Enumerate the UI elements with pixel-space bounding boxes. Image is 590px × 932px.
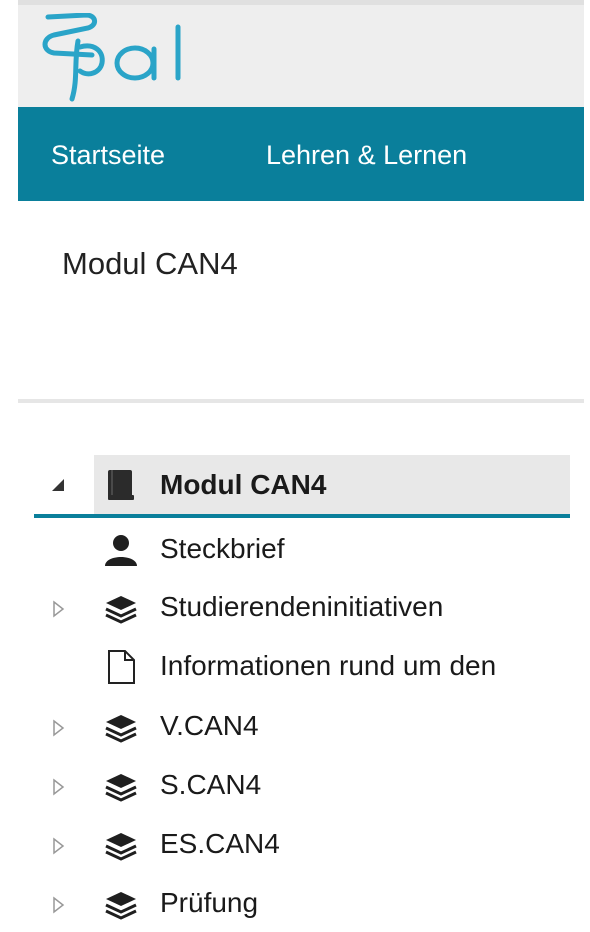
person-icon	[105, 535, 137, 566]
tree-item-label: V.CAN4	[160, 710, 259, 741]
tree-item-steckbrief[interactable]: Steckbrief	[0, 525, 590, 575]
layers-icon	[105, 774, 137, 802]
tree-item-label: Informationen rund um den	[160, 650, 497, 681]
book-icon	[108, 470, 134, 500]
collapsed-triangle-icon[interactable]	[50, 718, 66, 738]
collapsed-triangle-icon[interactable]	[50, 895, 66, 915]
tree-item-label: Studierendeninitiativen	[160, 591, 444, 622]
collapsed-triangle-icon[interactable]	[50, 836, 66, 856]
main-nav: Startseite Lehren & Lernen	[18, 107, 584, 201]
tree-item-informationen[interactable]: Informationen rund um den	[0, 642, 590, 692]
tree-item-studierendeninitiativen[interactable]: Studierendeninitiativen	[0, 583, 590, 633]
collapsed-triangle-icon[interactable]	[50, 777, 66, 797]
collapsed-triangle-icon[interactable]	[50, 599, 66, 619]
tree-item-es-can4[interactable]: ES.CAN4	[0, 820, 590, 870]
nav-lehren-lernen-link[interactable]: Lehren & Lernen	[266, 140, 467, 170]
layers-icon	[105, 715, 137, 743]
tree-root-item[interactable]: Modul CAN4	[0, 460, 590, 510]
tree-item-s-can4[interactable]: S.CAN4	[0, 761, 590, 811]
page: Startseite Lehren & Lernen Modul CAN4 Mo…	[0, 0, 590, 932]
tree-item-label: ES.CAN4	[160, 828, 280, 859]
document-icon	[108, 650, 135, 684]
tree-root-underline	[34, 514, 570, 518]
tree-item-v-can4[interactable]: V.CAN4	[0, 702, 590, 752]
layers-icon	[105, 892, 137, 920]
opal-logo[interactable]	[40, 13, 230, 103]
section-divider	[18, 399, 584, 403]
tree-root-label: Modul CAN4	[160, 469, 327, 500]
nav-startseite-link[interactable]: Startseite	[51, 140, 165, 170]
tree-item-label: Prüfung	[160, 887, 259, 918]
course-title: Modul CAN4	[62, 246, 238, 281]
tree-item-pruefung[interactable]: Prüfung	[0, 879, 590, 929]
tree-item-label: Steckbrief	[160, 533, 285, 564]
layers-icon	[105, 596, 137, 624]
expanded-triangle-icon[interactable]	[50, 475, 66, 495]
tree-item-label: S.CAN4	[160, 769, 262, 800]
layers-icon	[105, 833, 137, 861]
logo-bar	[18, 5, 584, 107]
